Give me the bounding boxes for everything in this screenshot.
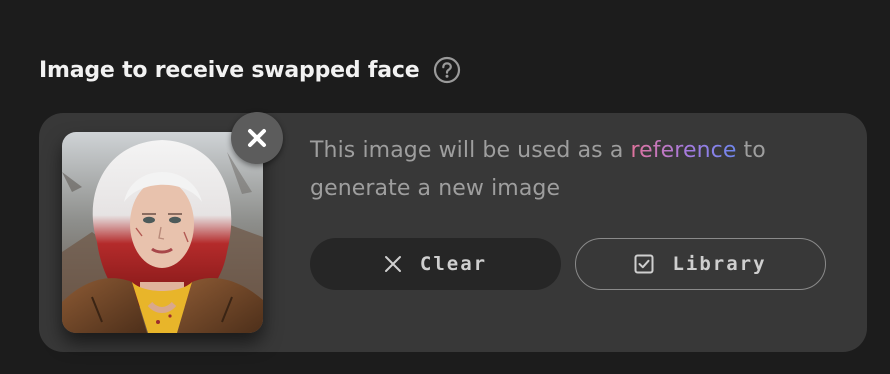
help-icon[interactable]: [433, 56, 461, 84]
reference-image-thumbnail: [62, 132, 263, 333]
section-title: Image to receive swapped face: [39, 57, 420, 83]
library-button[interactable]: Library: [575, 238, 826, 290]
section-header: Image to receive swapped face: [39, 56, 461, 84]
clear-button-label: Clear: [419, 253, 488, 275]
remove-image-button[interactable]: [231, 112, 283, 164]
checkbox-icon: [634, 254, 654, 274]
reference-image-card: This image will be used as a reference t…: [39, 112, 867, 352]
reference-highlight: reference: [630, 138, 737, 163]
x-icon: [384, 255, 402, 273]
reference-description: This image will be used as a reference t…: [310, 132, 840, 208]
clear-button[interactable]: Clear: [310, 238, 561, 290]
face-swap-panel: Image to receive swapped face This image…: [0, 0, 890, 374]
question-circle-icon: [434, 56, 461, 84]
reference-image: [62, 132, 263, 333]
close-icon: [248, 129, 266, 147]
description-prefix: This image will be used as a: [310, 138, 631, 163]
library-button-label: Library: [672, 253, 767, 275]
